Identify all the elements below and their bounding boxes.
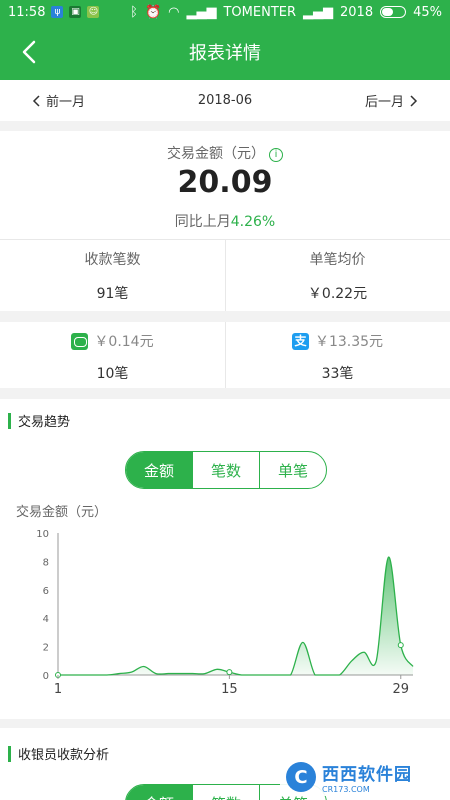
count-stat: 收款笔数 91笔: [0, 249, 225, 303]
app-bar: 报表详情: [0, 24, 450, 80]
status-year: 2018: [340, 4, 374, 20]
trend-title: 交易趋势: [18, 415, 71, 430]
signal-icon: ▂▄▆: [186, 4, 217, 20]
notification-icon: ▣: [69, 6, 82, 18]
info-icon[interactable]: i: [269, 148, 283, 162]
y-tick-label: 0: [43, 671, 49, 682]
y-tick-label: 2: [43, 643, 49, 654]
wechat-pay-icon: [71, 332, 89, 350]
x-tick-label: 29: [392, 682, 409, 697]
section-accent-bar: [8, 745, 11, 762]
amount-label-row: 交易金额（元） i: [0, 143, 450, 163]
watermark-logo-icon: C: [286, 762, 316, 792]
x-tick-label: 15: [221, 682, 238, 697]
bluetooth-icon: ᛒ: [130, 4, 138, 20]
data-point: [397, 642, 404, 649]
back-arrow-icon[interactable]: [14, 36, 46, 68]
usb-icon: ψ: [51, 6, 64, 18]
payment-methods-card: ￥0.14元 10笔 支 ￥13.35元 33笔: [0, 322, 450, 388]
cashier-tab-count[interactable]: 笔数: [192, 785, 259, 800]
chevron-right-icon: [410, 94, 418, 107]
cashier-tab-amount[interactable]: 金额: [126, 785, 192, 800]
count-value: 91笔: [96, 286, 129, 302]
wechat-stat: ￥0.14元 10笔: [0, 331, 225, 383]
watermark-brand: 西西软件园: [322, 765, 412, 785]
trend-tab-group: 金额 笔数 单笔: [125, 451, 327, 489]
month-navigator: 前一月 2018-06 后一月: [0, 80, 450, 121]
amount-label: 交易金额（元）: [167, 146, 265, 162]
wifi-icon: ◠: [168, 4, 180, 20]
status-bar: 11:58 ψ ▣ ☺ ᛒ ⏰ ◠ ▂▄▆ TOMENTER ▂▄▆ 2018 …: [0, 0, 450, 24]
yoy-row: 同比上月4.26%: [0, 211, 450, 231]
battery-percent: 45%: [413, 4, 442, 20]
battery-icon: [380, 6, 407, 18]
wechat-count: 10笔: [96, 366, 129, 382]
avg-stat: 单笔均价 ￥0.22元: [225, 249, 450, 303]
chart-y-axis-label: 交易金额（元）: [16, 505, 108, 520]
tab-count[interactable]: 笔数: [192, 452, 259, 488]
watermark: C 西西软件园 CR173.COM: [280, 758, 444, 796]
y-tick-label: 4: [43, 614, 49, 625]
trend-chart: 0 2 4 6 8 10 1 15 29: [36, 529, 414, 697]
page-title: 报表详情: [189, 43, 261, 64]
alarm-icon: ⏰: [144, 4, 162, 20]
summary-card: 交易金额（元） i 20.09 同比上月4.26% 收款笔数 91笔 单笔均价 ￥…: [0, 131, 450, 311]
alipay-count: 33笔: [321, 366, 354, 382]
y-tick-label: 10: [36, 529, 49, 540]
alipay-stat: 支 ￥13.35元 33笔: [225, 331, 450, 383]
signal-icon-2: ▂▄▆: [303, 4, 333, 20]
y-tick-label: 8: [43, 557, 49, 568]
x-tick-label: 1: [54, 682, 62, 697]
y-tick-label: 6: [43, 586, 49, 597]
next-month-label: 后一月: [364, 95, 404, 110]
watermark-url: CR173.COM: [322, 785, 370, 794]
wechat-amount: ￥0.14元: [94, 334, 154, 350]
avg-label: 单笔均价: [309, 252, 366, 268]
alipay-amount: ￥13.35元: [314, 334, 384, 350]
alipay-icon: 支: [291, 332, 309, 350]
amount-value: 20.09: [177, 165, 273, 200]
tab-amount[interactable]: 金额: [126, 452, 192, 488]
trend-area-fill: [58, 557, 413, 675]
data-point: [226, 669, 233, 676]
count-label: 收款笔数: [84, 252, 141, 268]
section-accent-bar: [8, 412, 11, 429]
cashier-title: 收银员收款分析: [18, 748, 110, 763]
trend-section-title: 交易趋势: [8, 411, 70, 430]
yoy-label: 同比上月: [174, 214, 231, 230]
yoy-value: 4.26%: [230, 214, 276, 230]
app-notification-icon: ☺: [87, 6, 100, 18]
next-month-button[interactable]: 后一月: [365, 91, 418, 110]
carrier-name: TOMENTER: [223, 4, 296, 20]
cashier-section-title: 收银员收款分析: [8, 744, 109, 763]
trend-card: 交易趋势 金额 笔数 单笔 交易金额（元） 0 2 4 6 8 10 1 15 29: [0, 399, 450, 719]
status-time: 11:58: [8, 4, 46, 20]
tab-average[interactable]: 单笔: [259, 452, 326, 488]
avg-value: ￥0.22元: [307, 286, 368, 302]
